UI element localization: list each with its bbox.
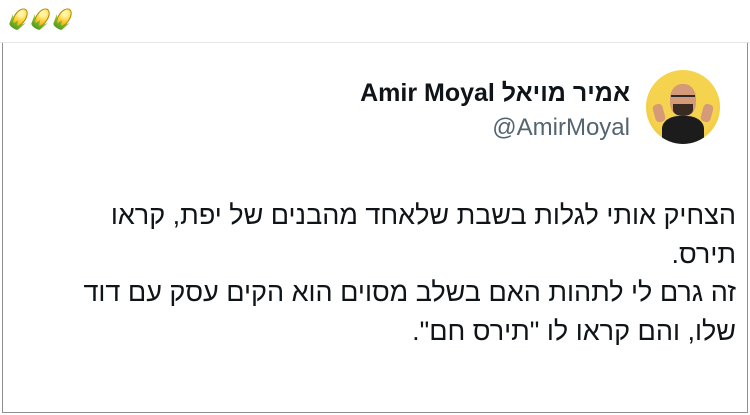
top-strip (0, 0, 750, 42)
tweet-text: הצחיק אותי לגלות בשבת שלאחד מהבנים של יפ… (12, 196, 736, 350)
corn-icon (48, 3, 78, 35)
tweet-line: זה גרם לי לתהות האם בשלב מסוים הוא הקים … (83, 277, 736, 307)
tweet-line: שלו, והם קראו לו "תירס חם". (412, 315, 736, 346)
author-name[interactable]: אמיר מויאל Amir Moyal (360, 79, 630, 108)
author-handle[interactable]: @AmirMoyal (492, 114, 630, 142)
avatar[interactable] (646, 70, 720, 144)
emoji-row (10, 5, 75, 32)
tweet-line: הצחיק אותי לגלות בשבת שלאחד מהבנים של יפ… (110, 200, 736, 230)
tweet-line: תירס. (671, 238, 737, 269)
